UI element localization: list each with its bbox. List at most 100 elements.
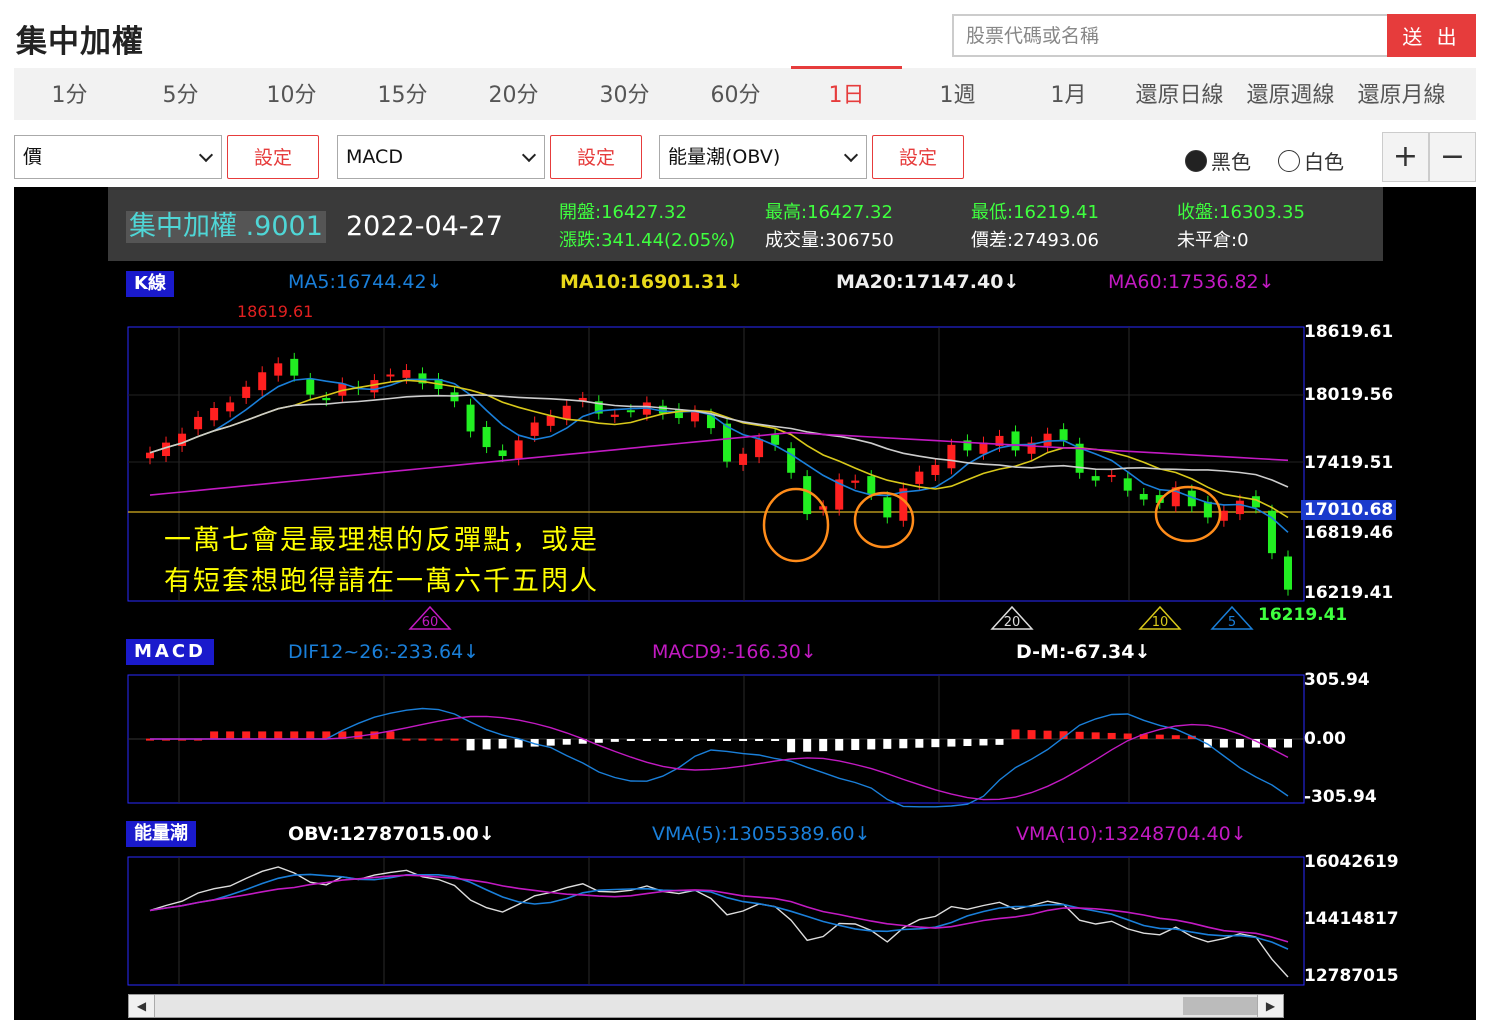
- candle-body: [274, 363, 283, 376]
- dm-readout: D-M:-67.34↓: [1016, 641, 1151, 663]
- obv-axis-label: 12787015: [1304, 966, 1399, 986]
- tab-interval[interactable]: 1月: [1013, 68, 1124, 120]
- candle-body: [915, 471, 924, 484]
- macd-histogram-bar: [1027, 730, 1036, 739]
- candle-body: [466, 404, 475, 432]
- macd-histogram-bar: [418, 738, 427, 741]
- macd-histogram-bar: [290, 731, 299, 739]
- macd-histogram-bar: [258, 731, 267, 739]
- theme-black-label: 黑色: [1211, 150, 1251, 174]
- kline-chart: 60 20 10 5: [127, 326, 1305, 986]
- macd-histogram-bar: [1091, 732, 1100, 739]
- tab-interval[interactable]: 60分: [680, 68, 791, 120]
- k-axis-label: 16219.41: [1304, 583, 1394, 603]
- tab-interval[interactable]: 10分: [236, 68, 347, 120]
- candle-body: [755, 439, 764, 458]
- candle-body: [306, 378, 315, 395]
- macd9-readout: MACD9:-166.30↓: [652, 641, 817, 663]
- candle-body: [1107, 474, 1116, 477]
- ma-cross-marker-label: 10: [1152, 615, 1169, 630]
- interval-tabs: 1分 5分 10分 15分 20分 30分 60分 1日 1週 1月 還原日線 還原週線 還原月線: [14, 66, 1476, 120]
- macd-histogram-bar: [210, 731, 219, 739]
- macd-histogram-bar: [674, 739, 683, 741]
- macd-histogram-bar: [1043, 730, 1052, 739]
- obv-label: 能量潮: [126, 821, 196, 847]
- tab-interval[interactable]: 1分: [14, 68, 125, 120]
- macd-histogram-bar: [546, 739, 555, 746]
- chart-area[interactable]: 集中加權 .9001 2022-04-27 開盤:16427.32 漲跌:341…: [14, 187, 1476, 1020]
- candle-body: [226, 402, 235, 412]
- macd-histogram-bar: [1155, 734, 1164, 739]
- candle-body: [1123, 478, 1132, 491]
- ma-cross-marker-label: 60: [422, 615, 439, 630]
- zoom-in-button[interactable]: +: [1382, 132, 1429, 182]
- macd-histogram-bar: [370, 731, 379, 739]
- low-mark-label: 16219.41: [1258, 605, 1348, 625]
- chart-scrollbar[interactable]: ◀ ▶: [128, 994, 1284, 1018]
- macd-histogram-bar: [1107, 732, 1116, 739]
- macd-histogram-bar: [274, 731, 283, 739]
- ma20-line: [149, 394, 1289, 488]
- tab-interval[interactable]: 20分: [458, 68, 569, 120]
- vma5-readout: VMA(5):13055389.60↓: [652, 823, 871, 845]
- indicator3-select[interactable]: 能量潮(OBV): [659, 135, 867, 179]
- tab-interval[interactable]: 5分: [125, 68, 236, 120]
- macd-histogram-bar: [1075, 731, 1084, 739]
- tab-interval[interactable]: 1週: [902, 68, 1013, 120]
- ma-cross-marker-label: 5: [1228, 615, 1236, 630]
- indicator3-settings-button[interactable]: 設定: [872, 135, 964, 179]
- macd-histogram-bar: [755, 739, 764, 741]
- search-submit-button[interactable]: 送 出: [1387, 14, 1476, 57]
- macd-histogram-bar: [1171, 735, 1180, 739]
- candle-body: [979, 442, 988, 454]
- macd-axis-label: 0.00: [1304, 729, 1346, 749]
- zoom-out-button[interactable]: −: [1429, 132, 1476, 182]
- macd-histogram-bar: [450, 738, 459, 741]
- macd-histogram-bar: [594, 739, 603, 743]
- macd-histogram-bar: [242, 731, 251, 739]
- macd-histogram-bar: [1235, 739, 1244, 748]
- scroll-thumb[interactable]: [1183, 997, 1259, 1015]
- tab-interval[interactable]: 15分: [347, 68, 458, 120]
- candle-body: [258, 372, 267, 391]
- scroll-right-icon[interactable]: ▶: [1257, 995, 1283, 1017]
- candle-body: [530, 422, 539, 436]
- macd-histogram-bar: [771, 739, 780, 741]
- candle-body: [194, 416, 203, 430]
- price-indicator-select[interactable]: 價: [14, 135, 222, 179]
- page-title: 集中加權: [16, 24, 144, 60]
- highlight-circle: [762, 487, 830, 563]
- ma5-line: [149, 377, 1289, 533]
- macd-histogram-bar: [979, 739, 988, 746]
- macd-histogram-bar: [723, 739, 732, 741]
- dif-readout: DIF12~26:-233.64↓: [288, 641, 480, 663]
- theme-black-radio[interactable]: 黑色: [1185, 146, 1251, 175]
- candle-body: [146, 452, 154, 459]
- macd-histogram-bar: [1284, 739, 1292, 748]
- macd-histogram-bar: [739, 739, 748, 741]
- tab-interval[interactable]: 1日: [791, 66, 902, 120]
- candle-body: [739, 453, 748, 465]
- indicator2-select[interactable]: MACD: [337, 135, 545, 179]
- candle-body: [851, 480, 860, 483]
- tab-interval[interactable]: 還原週線: [1235, 68, 1346, 120]
- theme-white-radio[interactable]: 白色: [1278, 146, 1344, 175]
- macd-histogram-bar: [626, 739, 635, 741]
- annotation-text: 一萬七會是最理想的反彈點，或是 有短套想跑得請在一萬六千五閃人: [164, 520, 599, 602]
- tab-interval[interactable]: 還原日線: [1124, 68, 1235, 120]
- macd-histogram-bar: [562, 739, 571, 745]
- search-input[interactable]: [952, 14, 1387, 57]
- macd-histogram-bar: [867, 739, 876, 750]
- price-settings-button[interactable]: 設定: [227, 135, 319, 179]
- candle-body: [723, 423, 732, 462]
- tab-interval[interactable]: 還原月線: [1346, 68, 1457, 120]
- tab-interval[interactable]: 30分: [569, 68, 680, 120]
- indicator2-settings-button[interactable]: 設定: [550, 135, 642, 179]
- scroll-left-icon[interactable]: ◀: [129, 995, 155, 1017]
- macd-histogram-bar: [1123, 733, 1132, 739]
- macd-histogram-bar: [931, 739, 940, 748]
- k-axis-current-label: 17010.68: [1301, 500, 1397, 520]
- macd-histogram-bar: [658, 739, 667, 741]
- macd-histogram-bar: [1267, 739, 1276, 748]
- macd-histogram-bar: [835, 739, 844, 751]
